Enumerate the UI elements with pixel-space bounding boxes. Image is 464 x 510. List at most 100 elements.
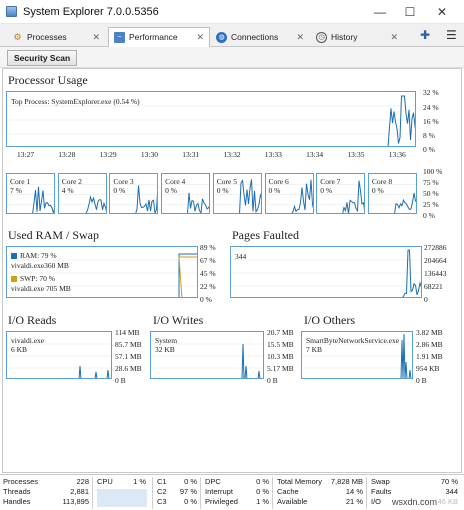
core-usage-line	[187, 192, 210, 213]
close-tab-icon[interactable]: ✕	[92, 28, 100, 46]
core-chart: Core 40 %	[161, 173, 211, 214]
io-reads-value: 6 KB	[11, 345, 28, 354]
pages-faulted-chart: 344	[230, 246, 422, 298]
y-tick: 5.17 MB	[267, 364, 294, 373]
x-tick: 13:27	[17, 150, 35, 159]
core-usage-value: 7 %	[10, 186, 22, 195]
core-usage-value: 0 %	[320, 186, 333, 195]
core-usage-value: 0 %	[216, 186, 229, 195]
tab-connections[interactable]: ◍ Connections ✕	[210, 27, 310, 47]
add-tab-icon[interactable]: ✚	[420, 27, 430, 43]
core-usage-line	[394, 192, 416, 213]
status-c3-label: C3	[157, 497, 167, 506]
x-tick: 13:31	[182, 150, 200, 159]
tab-bar: ⚙ Processes ✕ ~ Performance ✕ ◍ Connecti…	[0, 24, 464, 47]
io-others-process: SmartByteNetworkService.exe	[306, 336, 400, 345]
tab-label: Performance	[129, 32, 178, 42]
y-tick: 0 %	[200, 295, 212, 304]
y-tick: 25 %	[423, 200, 439, 209]
y-tick: 0 B	[416, 376, 427, 385]
close-tab-icon[interactable]: ✕	[196, 28, 204, 46]
close-tab-icon[interactable]: ✕	[296, 28, 304, 46]
core-name: Core 7	[320, 177, 341, 186]
io-others-title: I/O Others	[304, 313, 355, 327]
core-name: Core 1	[10, 177, 31, 186]
ram-label: RAM: 79 %	[20, 251, 57, 260]
core-usage-value: 0 %	[268, 186, 281, 195]
status-cache-value: 14 %	[345, 487, 363, 496]
y-tick: 0	[424, 295, 428, 304]
status-interrupt-value: 0 %	[256, 487, 269, 496]
x-tick: 13:30	[140, 150, 158, 159]
y-tick: 1.91 MB	[416, 352, 443, 361]
core-chart: Core 50 %	[212, 173, 262, 214]
swap-color-swatch	[11, 276, 17, 282]
y-tick: 8 %	[423, 131, 435, 140]
x-tick: 13:33	[264, 150, 282, 159]
processor-usage-chart: Top Process: SystemExplorer.exe (0.54 %)	[6, 91, 416, 147]
core-chart: Core 17 %	[6, 173, 55, 214]
minimize-button[interactable]: —	[368, 4, 392, 20]
status-faults-value: 344	[445, 487, 458, 496]
status-c2-value: 97 %	[179, 487, 197, 496]
performance-panel: Processor Usage Top Process: SystemExplo…	[2, 68, 462, 473]
y-tick: 57.1 MB	[115, 352, 142, 361]
security-scan-button[interactable]: Security Scan	[7, 50, 78, 66]
y-tick: 204664	[424, 256, 447, 265]
tab-label: History	[331, 32, 358, 42]
y-tick: 0 %	[423, 145, 435, 154]
status-swap-value: 70 %	[440, 477, 458, 486]
close-tab-icon[interactable]: ✕	[390, 28, 398, 46]
core-name: Core 5	[216, 177, 238, 186]
core-chart: Core 80 %	[367, 173, 417, 214]
swap-label: SWP: 70 %	[20, 274, 56, 283]
io-writes-title: I/O Writes	[153, 313, 204, 327]
y-tick: 10.3 MB	[267, 352, 294, 361]
status-total-memory-label: Total Memory	[277, 477, 323, 486]
status-c3-value: 0 %	[184, 497, 197, 506]
y-tick: 85.7 MB	[115, 340, 142, 349]
y-tick: 50 %	[423, 189, 439, 198]
y-tick: 22 %	[200, 282, 216, 291]
io-reads-chart: vivaldi.exe 6 KB	[6, 331, 112, 379]
tab-processes[interactable]: ⚙ Processes ✕	[6, 27, 106, 47]
menu-icon[interactable]: ☰	[446, 27, 457, 43]
swap-usage-line	[178, 256, 197, 297]
globe-icon: ◍	[216, 32, 227, 43]
core-usage-line	[85, 195, 106, 213]
pages-faulted-title: Pages Faulted	[232, 228, 299, 242]
io-writes-value: 32 KB	[155, 345, 175, 354]
app-icon	[6, 6, 17, 17]
status-io-value: 46 KB	[437, 497, 458, 506]
core-name: Core 4	[165, 177, 186, 186]
maximize-button[interactable]: ☐	[398, 4, 422, 20]
status-io-label: I/O	[371, 497, 382, 506]
close-button[interactable]: ✕	[430, 4, 454, 20]
y-tick: 32 %	[423, 88, 439, 97]
top-process-label: Top Process: SystemExplorer.exe (0.54 %)	[11, 97, 140, 106]
y-tick: 136443	[424, 269, 447, 278]
ram-process: vivaldi.exe360 MB	[11, 261, 69, 270]
tab-performance[interactable]: ~ Performance ✕	[108, 27, 210, 47]
status-privileged-label: Privileged	[205, 497, 238, 506]
y-tick: 20.7 MB	[267, 328, 294, 337]
processes-gear-icon: ⚙	[13, 32, 22, 42]
y-tick: 954 KB	[416, 364, 440, 373]
core-usage-value: 0 %	[371, 186, 384, 195]
x-tick: 13:35	[347, 150, 365, 159]
y-tick: 0 %	[423, 211, 435, 220]
tab-history[interactable]: ◷ History ✕	[310, 27, 404, 47]
core-name: Core 2	[61, 177, 82, 186]
x-tick: 13:28	[58, 150, 76, 159]
io-reads-title: I/O Reads	[8, 313, 57, 327]
cpu-usage-bar	[97, 489, 147, 507]
status-available-value: 21 %	[345, 497, 363, 506]
status-cpu-value: 1 %	[133, 477, 146, 486]
core-name: Core 6	[268, 177, 289, 186]
core-chart: Core 24 %	[57, 173, 107, 214]
pages-faulted-line	[402, 249, 421, 297]
y-tick: 24 %	[423, 103, 439, 112]
y-tick: 100 %	[423, 167, 443, 176]
status-threads-value: 2,881	[70, 487, 89, 496]
status-cpu-group: CPU 1 %	[92, 477, 152, 509]
